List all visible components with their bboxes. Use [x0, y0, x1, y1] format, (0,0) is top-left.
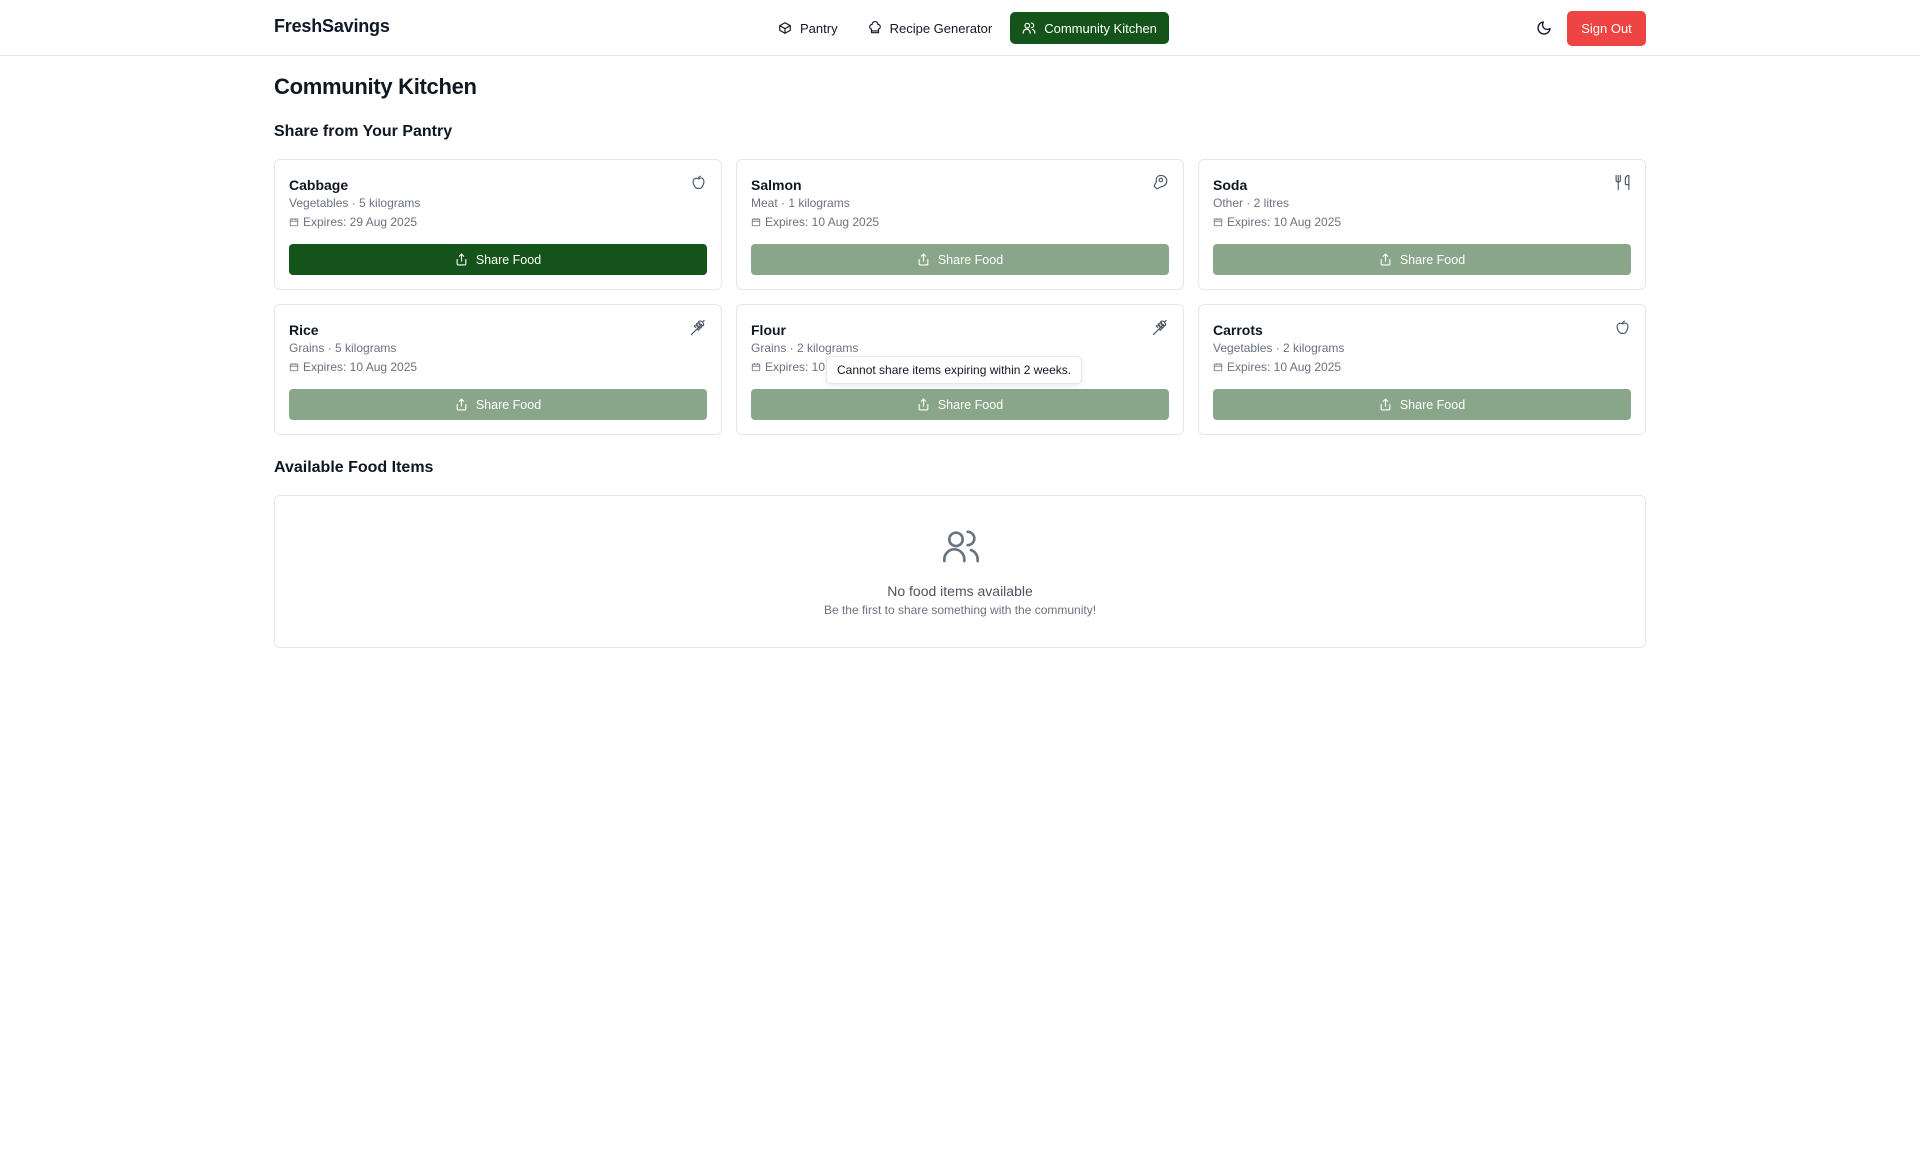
share-food-label: Share Food	[475, 397, 542, 412]
category-icon	[690, 319, 707, 336]
category-icon	[1614, 174, 1631, 191]
item-expiry-text: Expires: 10 Aug 2025	[303, 360, 418, 374]
item-category-quantity: Grains · 5 kilograms	[289, 341, 397, 355]
brand-logo[interactable]: FreshSavings	[274, 16, 390, 37]
category-icon	[1152, 174, 1169, 191]
users-icon	[1022, 22, 1036, 34]
share-icon	[918, 398, 929, 411]
share-food-label: Share Food	[475, 252, 542, 267]
item-name: Cabbage	[289, 177, 349, 193]
pantry-item-card: Soda Other · 2 litres Expires: 10 Aug 20…	[1198, 159, 1646, 290]
category-icon	[1614, 319, 1631, 336]
share-food-label: Share Food	[937, 252, 1004, 267]
sign-out-button[interactable]: Sign Out	[1567, 11, 1646, 46]
moon-icon	[1537, 21, 1551, 35]
beef-icon	[1153, 174, 1168, 190]
nav-pantry-label: Pantry	[800, 20, 838, 36]
apple-icon	[692, 175, 705, 190]
item-expiry-text: Expires: 10 Aug 2025	[1227, 215, 1342, 229]
share-icon	[456, 253, 467, 266]
share-food-button[interactable]: Share Food	[1213, 244, 1631, 275]
item-expiry-text: Expires: 10 Aug 2025	[765, 215, 880, 229]
calendar-icon	[751, 218, 761, 227]
nav-community-kitchen-label: Community Kitchen	[1044, 20, 1157, 36]
item-expiry: Expires: 10 Aug 2025	[751, 215, 1169, 229]
item-category-quantity: Vegetables · 5 kilograms	[289, 196, 421, 210]
pantry-item-card: Salmon Meat · 1 kilograms Expires: 10 Au…	[736, 159, 1184, 290]
share-icon	[1380, 398, 1391, 411]
pantry-items-grid: Cabbage Vegetables · 5 kilograms Expires…	[274, 159, 1646, 435]
pantry-item-card: Carrots Vegetables · 2 kilograms Expires…	[1198, 304, 1646, 435]
item-expiry: Expires: 10 Aug 2025	[1213, 215, 1631, 229]
share-food-button[interactable]: Share Food	[751, 244, 1169, 275]
apple-icon	[1616, 320, 1629, 335]
share-food-button[interactable]: Share Food	[1213, 389, 1631, 420]
calendar-icon	[289, 363, 299, 372]
item-name: Flour	[751, 322, 786, 338]
box-icon	[779, 22, 791, 34]
share-food-label: Share Food	[937, 397, 1004, 412]
nav-pantry[interactable]: Pantry	[766, 12, 850, 44]
item-name: Soda	[1213, 177, 1248, 193]
main-nav: Pantry Recipe Generator Community Kitche…	[766, 12, 1169, 44]
empty-state-panel: No food items available Be the first to …	[274, 495, 1646, 648]
calendar-icon	[751, 363, 761, 372]
category-icon	[690, 174, 707, 191]
share-food-button[interactable]: Share Food	[289, 244, 707, 275]
item-name: Rice	[289, 322, 319, 338]
item-category-quantity: Vegetables · 2 kilograms	[1213, 341, 1345, 355]
nav-community-kitchen[interactable]: Community Kitchen	[1010, 12, 1169, 44]
share-food-label: Share Food	[1399, 252, 1466, 267]
share-icon	[456, 398, 467, 411]
share-disabled-tooltip: Cannot share items expiring within 2 wee…	[826, 356, 1083, 384]
item-expiry-text: Expires: 10 Aug 2025	[1227, 360, 1342, 374]
share-food-label: Share Food	[1399, 397, 1466, 412]
calendar-icon	[1213, 363, 1223, 372]
share-section-title: Share from Your Pantry	[274, 123, 453, 140]
available-section-title: Available Food Items	[274, 459, 434, 476]
empty-state-subtitle: Be the first to share something with the…	[823, 603, 1097, 617]
theme-toggle-button[interactable]	[1530, 14, 1558, 42]
nav-recipe-generator-label: Recipe Generator	[889, 20, 993, 36]
item-category-quantity: Grains · 2 kilograms	[751, 341, 859, 355]
item-expiry: Expires: 29 Aug 2025	[289, 215, 707, 229]
empty-state-title: No food items available	[887, 583, 1033, 599]
share-icon	[1380, 253, 1391, 266]
empty-state-icon	[941, 526, 981, 566]
wheat-icon	[1152, 319, 1167, 336]
share-food-button[interactable]: Share Food	[289, 389, 707, 420]
share-icon	[918, 253, 929, 266]
item-expiry-text: Expires: 29 Aug 2025	[303, 215, 418, 229]
nav-recipe-generator[interactable]: Recipe Generator	[856, 12, 1005, 44]
utensils-icon	[1615, 174, 1630, 191]
calendar-icon	[1213, 218, 1223, 227]
users-icon	[943, 530, 979, 563]
wheat-icon	[690, 319, 705, 336]
category-icon	[1152, 319, 1169, 336]
calendar-icon	[289, 218, 299, 227]
share-food-button[interactable]: Share Food	[751, 389, 1169, 420]
item-expiry: Expires: 10 Aug 2025	[1213, 360, 1631, 374]
item-category-quantity: Other · 2 litres	[1213, 196, 1290, 210]
top-navigation-bar: FreshSavings Pantry Recipe Generator Com…	[0, 0, 1920, 56]
item-name: Carrots	[1213, 322, 1263, 338]
pantry-item-card: Cabbage Vegetables · 5 kilograms Expires…	[274, 159, 722, 290]
item-expiry: Expires: 10 Aug 2025	[289, 360, 707, 374]
item-category-quantity: Meat · 1 kilograms	[751, 196, 850, 210]
pantry-item-card: Rice Grains · 5 kilograms Expires: 10 Au…	[274, 304, 722, 435]
chef-hat-icon	[868, 21, 881, 34]
page-title: Community Kitchen	[274, 74, 477, 99]
item-name: Salmon	[751, 177, 802, 193]
